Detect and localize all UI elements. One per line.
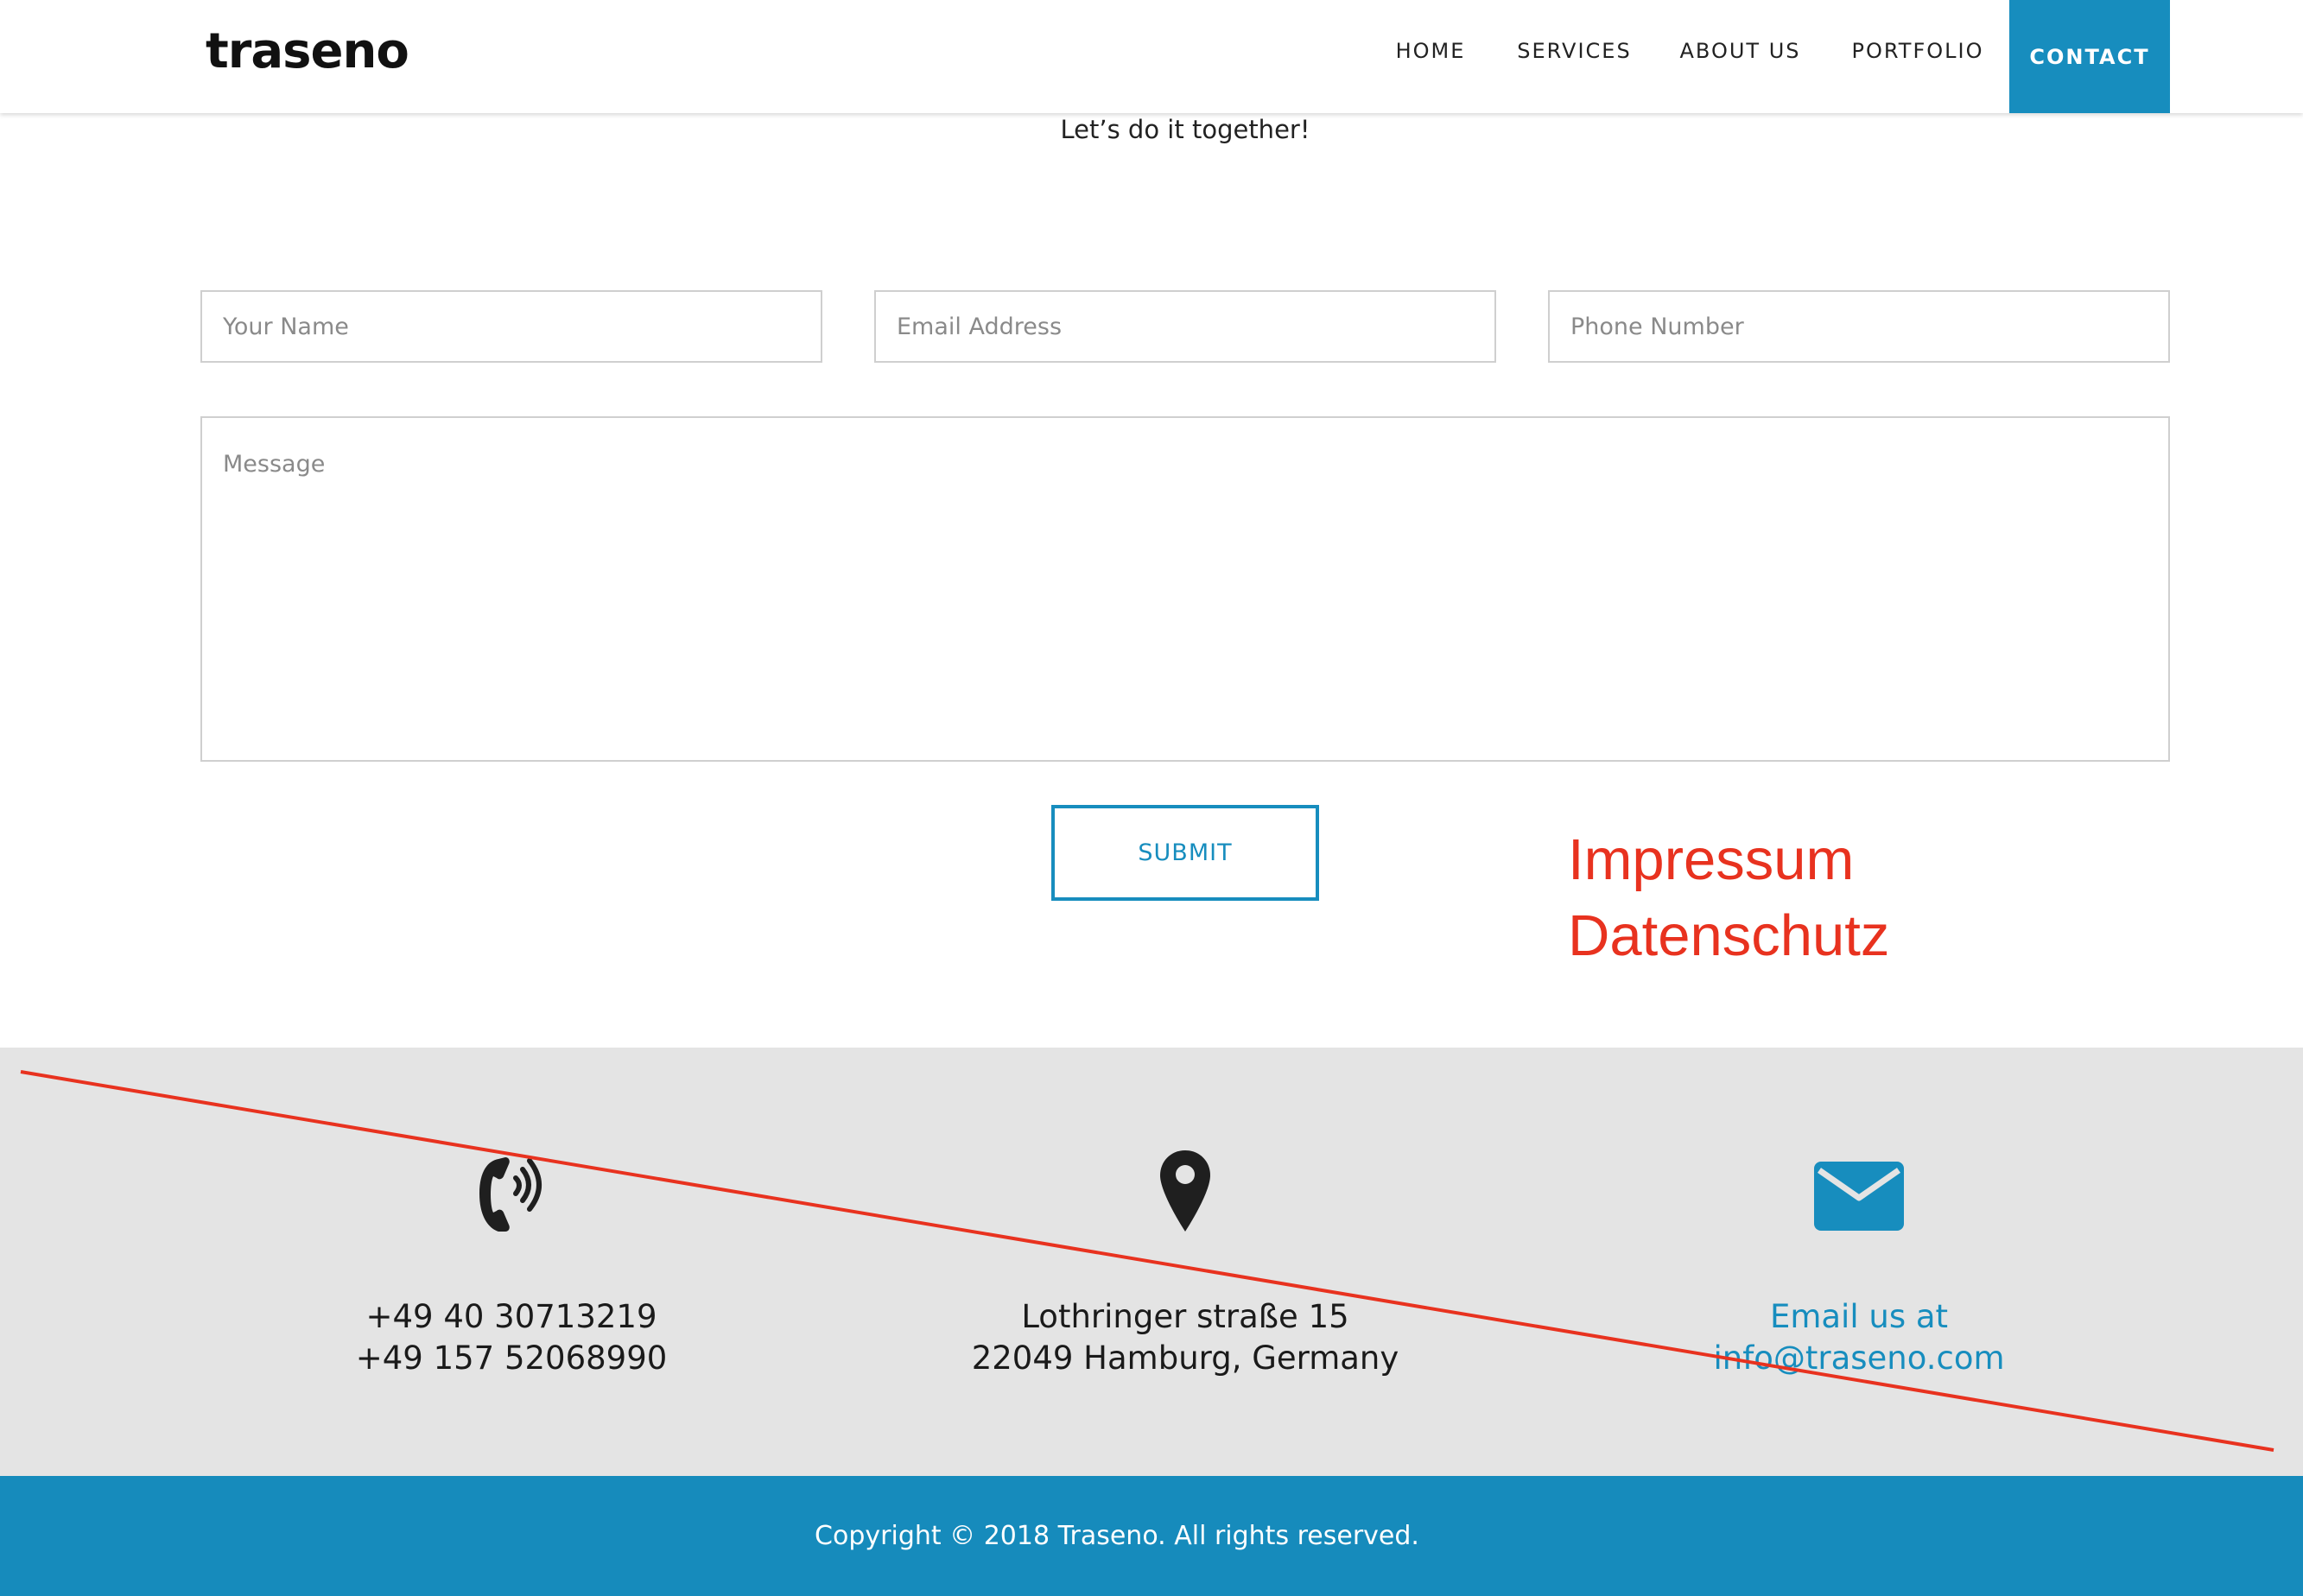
address-line-1: Lothringer straße 15 (1021, 1298, 1349, 1335)
email-label[interactable]: Email us at (1557, 1298, 2161, 1335)
phone-icon (473, 1149, 550, 1247)
copyright-text: Copyright © 2018 Traseno. All rights res… (815, 1521, 1419, 1551)
datenschutz-link[interactable]: Datenschutz (1568, 907, 1889, 965)
phone-input[interactable] (1548, 290, 2170, 363)
nav-item-contact[interactable]: CONTACT (2009, 0, 2170, 113)
name-input[interactable] (200, 290, 822, 363)
address-line-2: 22049 Hamburg, Germany (971, 1340, 1399, 1377)
site-footer: Copyright © 2018 Traseno. All rights res… (0, 1476, 2303, 1596)
email-input[interactable] (874, 290, 1496, 363)
logo[interactable]: traseno (206, 17, 409, 86)
nav-item-services[interactable]: SERVICES (1503, 0, 1646, 102)
impressum-link[interactable]: Impressum (1568, 831, 1854, 889)
phone-line-2: +49 157 52068990 (355, 1340, 668, 1377)
contact-page: traseno HOME SERVICES ABOUT US PORTFOLIO… (0, 0, 2303, 1596)
map-pin-icon (1158, 1149, 1212, 1238)
message-textarea[interactable] (200, 416, 2170, 762)
phone-line-1: +49 40 30713219 (365, 1298, 657, 1335)
nav-item-portfolio[interactable]: PORTFOLIO (1840, 0, 1995, 102)
intro-text: Let’s do it together! (1060, 115, 1310, 144)
nav-item-about-us[interactable]: ABOUT US (1669, 0, 1811, 102)
contact-info-section: +49 40 30713219 +49 157 52068990 Lothrin… (0, 1048, 2303, 1476)
nav-item-home[interactable]: HOME (1370, 0, 1491, 102)
site-header: traseno HOME SERVICES ABOUT US PORTFOLIO… (0, 0, 2303, 113)
email-address-link[interactable]: info@traseno.com (1557, 1340, 2161, 1377)
envelope-icon (1814, 1162, 1904, 1234)
submit-button[interactable]: SUBMIT (1051, 805, 1319, 901)
